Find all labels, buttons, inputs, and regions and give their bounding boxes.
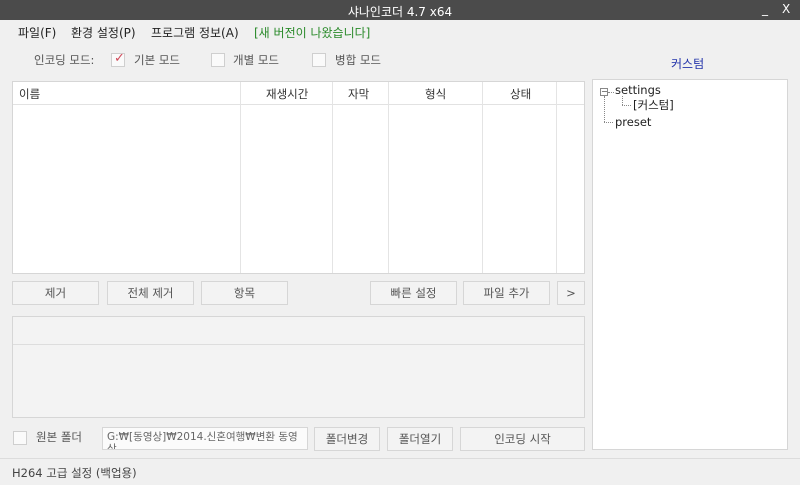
column-duration[interactable]: 재생시간 — [266, 86, 308, 102]
column-subtitle[interactable]: 자막 — [348, 86, 369, 102]
checkmark-icon: ✓ — [114, 51, 125, 66]
change-folder-button[interactable]: 폴더변경 — [314, 427, 380, 451]
tree-node-settings[interactable]: settings — [615, 83, 661, 97]
individual-mode-label[interactable]: 개별 모드 — [233, 52, 279, 68]
log-panel — [12, 316, 585, 418]
remove-all-button[interactable]: 전체 제거 — [107, 281, 194, 305]
title-bar: 샤나인코더 4.7 x64 _ X — [0, 0, 800, 20]
column-name[interactable]: 이름 — [19, 86, 40, 102]
items-button[interactable]: 항목 — [201, 281, 288, 305]
start-encoding-button[interactable]: 인코딩 시작 — [460, 427, 585, 451]
more-button[interactable]: > — [557, 281, 585, 305]
source-folder-label[interactable]: 원본 폴더 — [36, 429, 82, 445]
column-status[interactable]: 상태 — [510, 86, 531, 102]
tree-connector — [622, 105, 631, 106]
tree-title: 커스텀 — [671, 57, 705, 71]
tree-node-custom[interactable]: [커스텀] — [633, 97, 674, 113]
menu-about[interactable]: 프로그램 정보(A) — [151, 24, 239, 41]
new-version-link[interactable]: [새 버전이 나왔습니다] — [254, 24, 370, 41]
individual-mode-checkbox[interactable] — [211, 53, 225, 67]
minimize-button[interactable]: _ — [762, 2, 768, 16]
collapse-icon[interactable]: − — [600, 88, 608, 96]
encoding-mode-bar: 인코딩 모드: ✓ 기본 모드 개별 모드 병합 모드 — [0, 50, 590, 70]
source-folder-checkbox[interactable] — [13, 431, 27, 445]
column-divider — [388, 82, 389, 273]
close-button[interactable]: X — [782, 2, 790, 16]
column-format[interactable]: 형식 — [425, 86, 446, 102]
tree-node-preset[interactable]: preset — [615, 115, 651, 129]
output-folder-path[interactable]: G:₩[동영상]₩2014.신혼여행₩변환 동영상 — [102, 427, 308, 450]
table-header: 이름 재생시간 자막 형식 상태 — [13, 82, 584, 105]
tree-connector — [604, 122, 613, 123]
status-bar: H264 고급 설정 (백업용) — [0, 458, 800, 485]
encoding-mode-label: 인코딩 모드: — [34, 53, 95, 67]
quick-settings-button[interactable]: 빠른 설정 — [370, 281, 457, 305]
open-folder-button[interactable]: 폴더열기 — [387, 427, 453, 451]
add-file-button[interactable]: 파일 추가 — [463, 281, 550, 305]
tree-connector — [622, 96, 623, 105]
menu-bar: 파일(F) 환경 설정(P) 프로그램 정보(A) [새 버전이 나왔습니다] — [0, 20, 800, 42]
basic-mode-checkbox[interactable]: ✓ — [111, 51, 125, 67]
tree-connector — [604, 96, 605, 122]
window-title: 샤나인코더 4.7 x64 — [347, 5, 453, 19]
column-divider — [482, 82, 483, 273]
status-text: H264 고급 설정 (백업용) — [12, 466, 137, 480]
column-divider — [240, 82, 241, 273]
file-list-table[interactable]: 이름 재생시간 자막 형식 상태 — [12, 81, 585, 274]
remove-button[interactable]: 제거 — [12, 281, 99, 305]
basic-mode-label[interactable]: 기본 모드 — [134, 52, 180, 68]
merge-mode-checkbox[interactable] — [312, 53, 326, 67]
column-divider — [556, 82, 557, 273]
tree-connector — [608, 92, 614, 93]
app-window: 샤나인코더 4.7 x64 _ X 파일(F) 환경 설정(P) 프로그램 정보… — [0, 0, 800, 485]
merge-mode-label[interactable]: 병합 모드 — [335, 52, 381, 68]
menu-file[interactable]: 파일(F) — [18, 24, 56, 41]
divider — [13, 344, 584, 345]
menu-settings[interactable]: 환경 설정(P) — [71, 24, 136, 41]
preset-tree-panel: − settings [커스텀] preset — [592, 79, 788, 450]
column-divider — [332, 82, 333, 273]
